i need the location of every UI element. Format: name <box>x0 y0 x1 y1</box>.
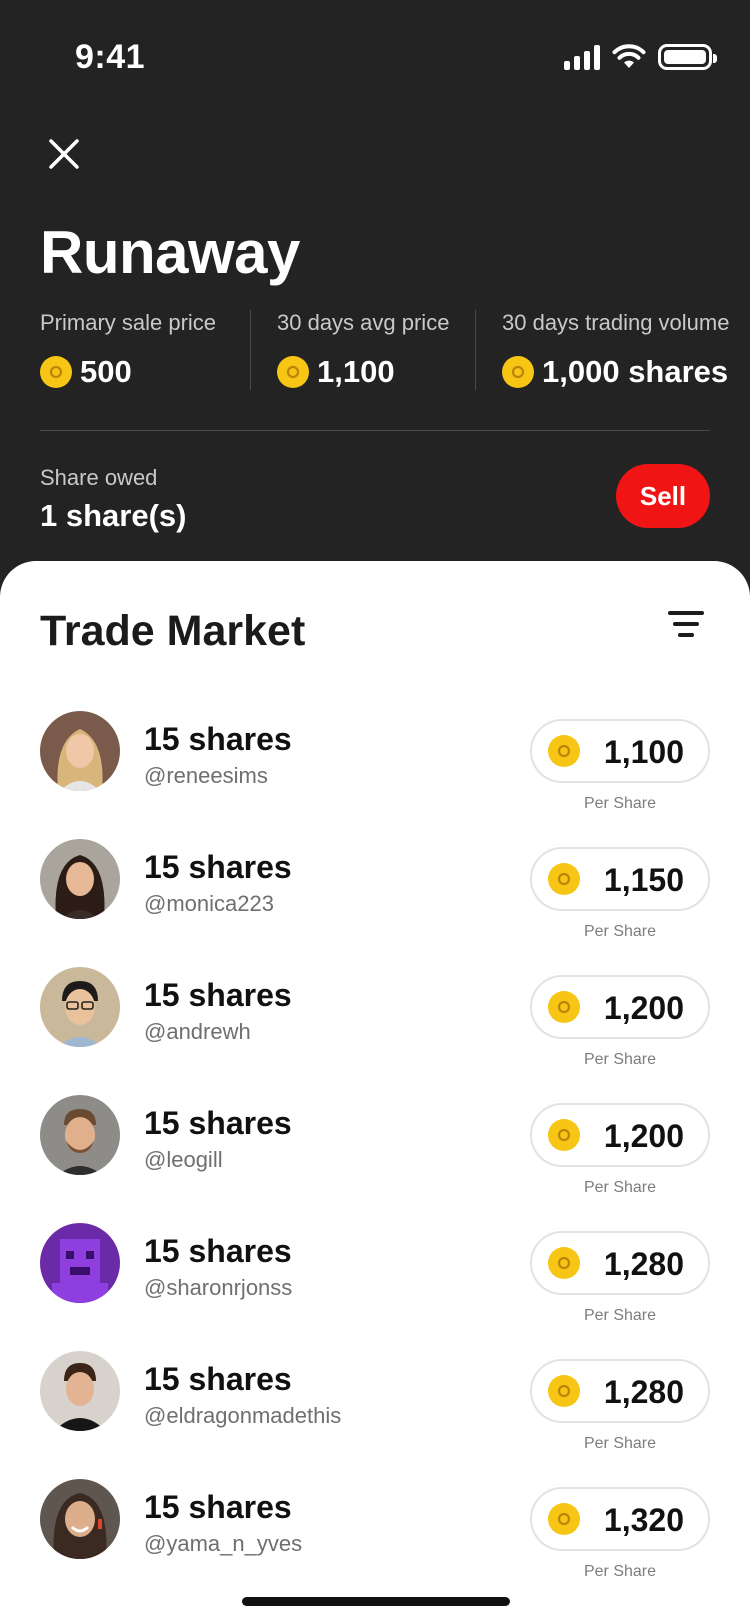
price-pill[interactable]: 1,200 <box>530 1103 710 1167</box>
price-value: 1,100 <box>603 734 684 770</box>
price-pill[interactable]: 1,280 <box>530 1359 710 1423</box>
username: @yama_n_yves <box>144 1531 303 1556</box>
filter-icon[interactable] <box>666 611 706 641</box>
status-bar: 9:41 <box>0 0 750 100</box>
shares-count: 15 shares <box>144 1489 292 1525</box>
avatar <box>40 839 120 919</box>
battery-icon <box>658 44 717 70</box>
stat-30-days-trading-volume: 30 days trading volume 1,000 shares <box>475 310 729 390</box>
screen: 9:41 Runaway Primary sale price 500 30 d… <box>0 0 750 1624</box>
stat-value-row: 1,000 shares <box>502 354 729 390</box>
home-indicator[interactable] <box>242 1597 510 1606</box>
stat-value: 500 <box>80 354 132 389</box>
wifi-icon <box>612 44 646 68</box>
divider <box>40 430 710 431</box>
username: @andrewh <box>144 1019 251 1044</box>
coin-icon <box>40 356 72 388</box>
close-icon[interactable] <box>44 134 84 174</box>
list-item[interactable]: 15 shares @reneesims 1,100 Per Share <box>40 711 710 821</box>
price-pill[interactable]: 1,200 <box>530 975 710 1039</box>
price-value: 1,320 <box>603 1502 684 1538</box>
avatar <box>40 1223 120 1303</box>
share-owed-value: 1 share(s) <box>40 498 187 533</box>
coin-icon <box>548 991 580 1023</box>
avatar <box>40 1479 120 1559</box>
page-title: Runaway <box>40 219 300 286</box>
price-pill[interactable]: 1,100 <box>530 719 710 783</box>
list-item[interactable]: 15 shares @sharonrjonss 1,280 Per Share <box>40 1223 710 1333</box>
per-share-label: Per Share <box>583 1179 657 1196</box>
per-share-label: Per Share <box>583 795 657 812</box>
list-item[interactable]: 15 shares @andrewh 1,200 Per Share <box>40 967 710 1077</box>
per-share-label: Per Share <box>583 1307 657 1324</box>
coin-icon <box>548 735 580 767</box>
stat-value: 1,000 shares <box>542 354 729 389</box>
coin-icon <box>277 356 309 388</box>
stats-row: Primary sale price 500 30 days avg price… <box>40 310 740 390</box>
username: @leogill <box>144 1147 223 1172</box>
list-item[interactable]: 15 shares @leogill 1,200 Per Share <box>40 1095 710 1205</box>
cellular-signal-icon <box>564 44 600 70</box>
stat-value-row: 500 <box>40 354 250 390</box>
stat-label: Primary sale price <box>40 310 217 335</box>
username: @eldragonmadethis <box>144 1403 342 1428</box>
avatar <box>40 1351 120 1431</box>
username: @reneesims <box>144 763 268 788</box>
per-share-label: Per Share <box>583 1563 657 1580</box>
shares-count: 15 shares <box>144 1233 292 1269</box>
price-value: 1,200 <box>603 1118 684 1154</box>
coin-icon <box>548 1503 580 1535</box>
trade-market-title: Trade Market <box>40 607 306 655</box>
status-icons <box>564 44 717 70</box>
list-item[interactable]: 15 shares @yama_n_yves 1,320 Per Share <box>40 1479 710 1589</box>
price-pill[interactable]: 1,150 <box>530 847 710 911</box>
shares-count: 15 shares <box>144 721 292 757</box>
price-value: 1,280 <box>603 1374 684 1410</box>
price-value: 1,280 <box>603 1246 684 1282</box>
list-item[interactable]: 15 shares @eldragonmadethis 1,280 Per Sh… <box>40 1351 710 1461</box>
stat-value-row: 1,100 <box>277 354 475 390</box>
coin-icon <box>548 1247 580 1279</box>
avatar <box>40 967 120 1047</box>
price-value: 1,200 <box>603 990 684 1026</box>
per-share-label: Per Share <box>583 1051 657 1068</box>
stat-primary-sale-price: Primary sale price 500 <box>40 310 250 390</box>
stat-30-days-avg-price: 30 days avg price 1,100 <box>250 310 475 390</box>
per-share-label: Per Share <box>583 1435 657 1452</box>
avatar <box>40 711 120 791</box>
stat-value: 1,100 <box>317 354 395 389</box>
stat-label: 30 days trading volume <box>502 310 730 335</box>
shares-count: 15 shares <box>144 1361 292 1397</box>
coin-icon <box>548 1119 580 1151</box>
price-pill[interactable]: 1,280 <box>530 1231 710 1295</box>
per-share-label: Per Share <box>583 923 657 940</box>
shares-count: 15 shares <box>144 1105 292 1141</box>
stat-label: 30 days avg price <box>277 310 450 335</box>
coin-icon <box>502 356 534 388</box>
username: @sharonrjonss <box>144 1275 293 1300</box>
trade-market-sheet: Trade Market 15 shares @reneesims 1,100 <box>0 561 750 1624</box>
coin-icon <box>548 1375 580 1407</box>
coin-icon <box>548 863 580 895</box>
sell-button[interactable]: Sell <box>616 464 710 528</box>
price-value: 1,150 <box>603 862 684 898</box>
list-item[interactable]: 15 shares @monica223 1,150 Per Share <box>40 839 710 949</box>
avatar <box>40 1095 120 1175</box>
status-time: 9:41 <box>75 38 146 76</box>
shares-count: 15 shares <box>144 849 292 885</box>
username: @monica223 <box>144 891 274 916</box>
share-owed-label: Share owed <box>40 465 158 490</box>
shares-count: 15 shares <box>144 977 292 1013</box>
price-pill[interactable]: 1,320 <box>530 1487 710 1551</box>
